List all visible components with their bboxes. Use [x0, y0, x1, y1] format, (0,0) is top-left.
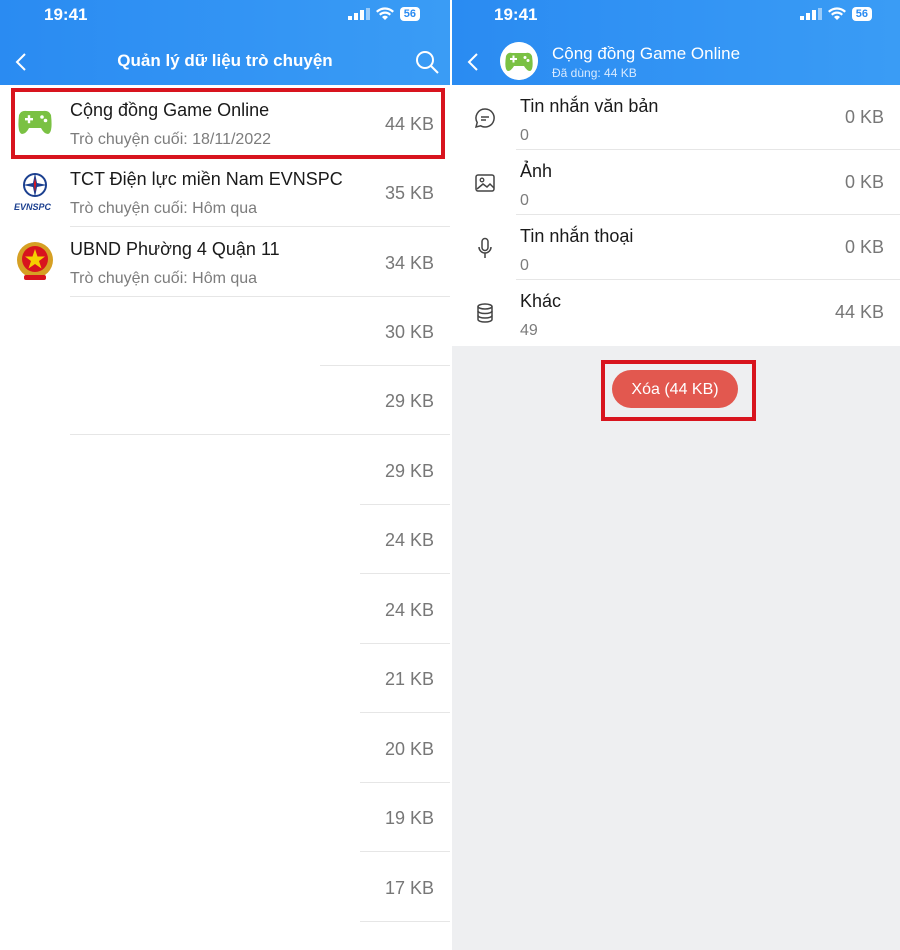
chat-row-ubnd[interactable]: UBND Phường 4 Quận 11 Trò chuyện cuối: H… — [0, 228, 450, 297]
status-time: 19:41 — [494, 5, 538, 24]
category-voice-messages[interactable]: Tin nhắn thoại 0 0 KB — [452, 215, 900, 280]
evnspc-logo-text: EVNSPC — [14, 202, 52, 212]
chat-name: UBND Phường 4 Quận 11 — [70, 239, 280, 259]
gamepad-avatar-icon — [500, 42, 538, 80]
chat-row[interactable]: 20 KB — [0, 714, 450, 783]
page-title: Quản lý dữ liệu trò chuyện — [117, 51, 333, 70]
back-arrow-icon[interactable] — [462, 50, 486, 74]
highlight-box — [11, 88, 445, 159]
wifi-icon — [375, 7, 394, 21]
chat-name: TCT Điện lực miền Nam EVNSPC — [70, 169, 343, 189]
divider — [70, 434, 450, 435]
chat-size: 29 KB — [384, 391, 434, 411]
chat-row[interactable]: 17 KB — [0, 853, 450, 922]
chat-row[interactable]: 19 KB — [0, 783, 450, 852]
microphone-icon — [478, 237, 492, 258]
conversation-title: Cộng đồng Game Online — [552, 44, 741, 63]
category-size: 0 KB — [844, 172, 884, 192]
search-icon[interactable] — [414, 49, 440, 75]
chat-data-manager-screen: 19:41 56 Quản lý dữ liệu trò chuyện Cộng… — [0, 0, 450, 950]
national-emblem-icon — [17, 242, 53, 280]
category-name: Tin nhắn thoại — [520, 226, 634, 246]
category-other[interactable]: Khác 49 44 KB — [452, 280, 900, 345]
chat-row[interactable]: 29 KB — [0, 436, 450, 505]
chat-row[interactable]: 24 KB — [0, 505, 450, 574]
status-icons: 56 — [799, 7, 872, 21]
chat-row[interactable]: 29 KB — [0, 366, 450, 435]
chat-size: 34 KB — [384, 253, 434, 273]
category-count: 0 — [520, 127, 529, 144]
category-name: Ảnh — [520, 161, 553, 181]
signal-icon — [799, 8, 822, 20]
status-time: 19:41 — [44, 5, 88, 24]
image-icon — [475, 174, 495, 192]
chat-size: 17 KB — [384, 878, 434, 898]
chat-size: 24 KB — [384, 600, 434, 620]
divider — [70, 226, 450, 227]
battery-indicator: 56 — [851, 7, 872, 21]
chat-last-time: Trò chuyện cuối: Hôm qua — [70, 270, 258, 287]
status-icons: 56 — [347, 7, 420, 21]
category-count: 0 — [520, 192, 529, 209]
chat-size: 30 KB — [384, 322, 434, 342]
battery-indicator: 56 — [399, 7, 420, 21]
storage-category-list: Tin nhắn văn bản 0 0 KB Ảnh 0 0 KB Tin n… — [452, 85, 900, 346]
header-bar: 19:41 56 Quản lý dữ liệu trò chuyện — [0, 0, 450, 85]
category-images[interactable]: Ảnh 0 0 KB — [452, 150, 900, 215]
chat-size: 19 KB — [384, 808, 434, 828]
header-bar: 19:41 56 Cộng đồng Game Online Đã dùng: … — [452, 0, 900, 85]
evnspc-logo: EVNSPC — [12, 168, 58, 214]
category-name: Khác — [520, 291, 562, 311]
chat-row-evnspc[interactable]: EVNSPC TCT Điện lực miền Nam EVNSPC Trò … — [0, 158, 450, 227]
category-size: 0 KB — [844, 107, 884, 127]
chat-size: 24 KB — [384, 530, 434, 550]
database-icon — [477, 303, 493, 323]
chat-size: 20 KB — [384, 739, 434, 759]
category-count: 0 — [520, 257, 529, 274]
signal-icon — [347, 8, 370, 20]
divider — [360, 573, 450, 574]
chat-row[interactable]: 30 KB — [0, 297, 450, 366]
chat-row[interactable]: 24 KB — [0, 575, 450, 644]
divider — [360, 851, 450, 852]
chat-storage-detail-screen: 19:41 56 Cộng đồng Game Online Đã dùng: … — [452, 0, 900, 950]
chat-size: 29 KB — [384, 461, 434, 481]
wifi-icon — [827, 7, 846, 21]
category-size: 0 KB — [844, 237, 884, 257]
chat-size: 35 KB — [384, 183, 434, 203]
category-name: Tin nhắn văn bản — [520, 96, 659, 116]
storage-used-label: Đã dùng: 44 KB — [552, 66, 637, 80]
divider — [360, 921, 450, 922]
chat-row[interactable]: 21 KB — [0, 644, 450, 713]
chat-bubble-icon — [474, 108, 495, 129]
chat-last-time: Trò chuyện cuối: Hôm qua — [70, 200, 258, 217]
category-count: 49 — [520, 322, 538, 339]
category-text-messages[interactable]: Tin nhắn văn bản 0 0 KB — [452, 85, 900, 150]
category-size: 44 KB — [834, 302, 884, 322]
chat-size: 21 KB — [384, 669, 434, 689]
divider — [360, 712, 450, 713]
highlight-box — [601, 360, 756, 421]
